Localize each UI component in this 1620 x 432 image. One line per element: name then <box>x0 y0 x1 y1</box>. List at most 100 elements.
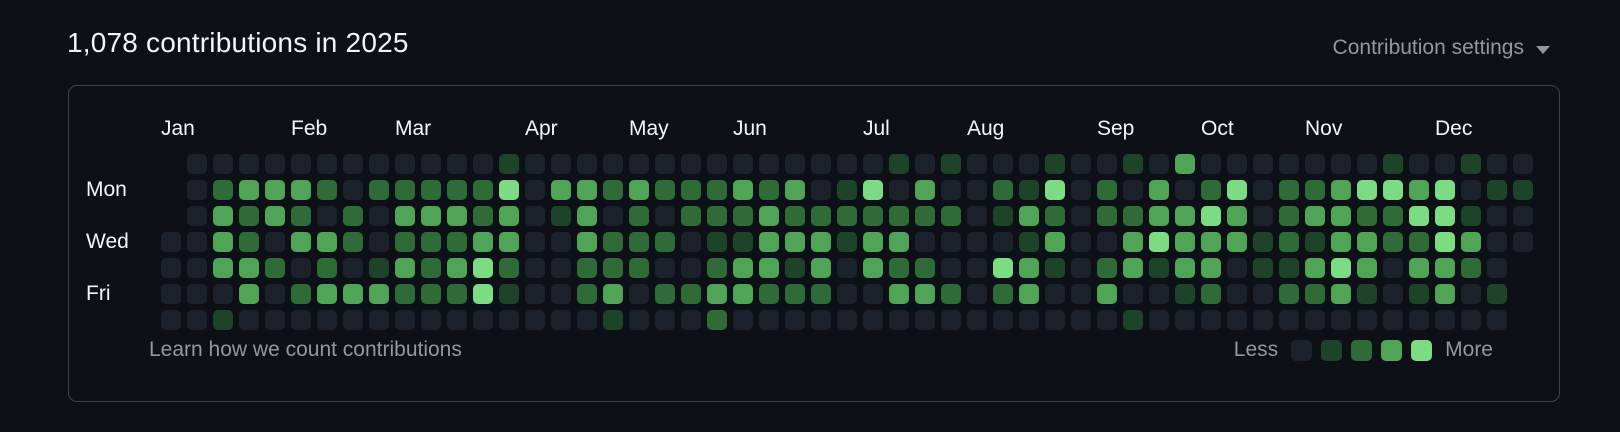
contribution-cell[interactable] <box>1331 258 1351 278</box>
contribution-cell[interactable] <box>1383 154 1403 174</box>
contribution-cell[interactable] <box>1305 180 1325 200</box>
contribution-cell[interactable] <box>941 180 961 200</box>
contribution-cell[interactable] <box>1409 232 1429 252</box>
contribution-cell[interactable] <box>863 206 883 226</box>
contribution-cell[interactable] <box>759 180 779 200</box>
contribution-cell[interactable] <box>1201 206 1221 226</box>
contribution-cell[interactable] <box>317 206 337 226</box>
contribution-cell[interactable] <box>1331 232 1351 252</box>
contribution-cell[interactable] <box>629 206 649 226</box>
contribution-cell[interactable] <box>1357 180 1377 200</box>
contribution-cell[interactable] <box>603 232 623 252</box>
contribution-cell[interactable] <box>837 206 857 226</box>
contribution-cell[interactable] <box>525 284 545 304</box>
contribution-cell[interactable] <box>343 232 363 252</box>
contribution-cell[interactable] <box>551 284 571 304</box>
contribution-cell[interactable] <box>265 154 285 174</box>
contribution-cell[interactable] <box>447 258 467 278</box>
contribution-cell[interactable] <box>395 154 415 174</box>
contribution-cell[interactable] <box>213 180 233 200</box>
contribution-cell[interactable] <box>707 310 727 330</box>
contribution-cell[interactable] <box>1019 310 1039 330</box>
contribution-cell[interactable] <box>1045 310 1065 330</box>
contribution-cell[interactable] <box>239 310 259 330</box>
contribution-cell[interactable] <box>967 206 987 226</box>
contribution-cell[interactable] <box>1227 154 1247 174</box>
contribution-cell[interactable] <box>473 180 493 200</box>
contribution-cell[interactable] <box>707 284 727 304</box>
contribution-cell[interactable] <box>525 180 545 200</box>
contribution-cell[interactable] <box>1435 310 1455 330</box>
contribution-cell[interactable] <box>1201 180 1221 200</box>
contribution-cell[interactable] <box>421 180 441 200</box>
contribution-cell[interactable] <box>551 310 571 330</box>
contribution-cell[interactable] <box>1201 284 1221 304</box>
contribution-cell[interactable] <box>499 180 519 200</box>
contribution-cell[interactable] <box>343 310 363 330</box>
contribution-cell[interactable] <box>369 180 389 200</box>
contribution-cell[interactable] <box>915 310 935 330</box>
contribution-cell[interactable] <box>421 232 441 252</box>
contribution-cell[interactable] <box>343 284 363 304</box>
contribution-cell[interactable] <box>967 310 987 330</box>
contribution-cell[interactable] <box>1019 206 1039 226</box>
contribution-cell[interactable] <box>317 310 337 330</box>
contribution-cell[interactable] <box>1409 310 1429 330</box>
contribution-cell[interactable] <box>941 232 961 252</box>
contribution-cell[interactable] <box>1149 258 1169 278</box>
learn-how-link[interactable]: Learn how we count contributions <box>149 338 462 362</box>
contribution-cell[interactable] <box>707 180 727 200</box>
contribution-cell[interactable] <box>889 310 909 330</box>
contribution-cell[interactable] <box>473 310 493 330</box>
contribution-cell[interactable] <box>291 232 311 252</box>
contribution-cell[interactable] <box>993 154 1013 174</box>
contribution-cell[interactable] <box>161 310 181 330</box>
contribution-cell[interactable] <box>759 154 779 174</box>
contribution-cell[interactable] <box>785 154 805 174</box>
contribution-cell[interactable] <box>1513 180 1533 200</box>
contribution-cell[interactable] <box>1253 232 1273 252</box>
contribution-cell[interactable] <box>577 284 597 304</box>
contribution-cell[interactable] <box>1045 180 1065 200</box>
contribution-cell[interactable] <box>785 206 805 226</box>
contribution-cell[interactable] <box>1305 232 1325 252</box>
contribution-cell[interactable] <box>525 310 545 330</box>
contribution-cell[interactable] <box>629 284 649 304</box>
contribution-cell[interactable] <box>1149 310 1169 330</box>
contribution-cell[interactable] <box>811 206 831 226</box>
contribution-cell[interactable] <box>1435 154 1455 174</box>
contribution-cell[interactable] <box>1097 232 1117 252</box>
contribution-cell[interactable] <box>551 206 571 226</box>
contribution-cell[interactable] <box>1279 310 1299 330</box>
contribution-cell[interactable] <box>265 180 285 200</box>
contribution-cell[interactable] <box>265 232 285 252</box>
contribution-cell[interactable] <box>1227 310 1247 330</box>
contribution-cell[interactable] <box>473 232 493 252</box>
contribution-cell[interactable] <box>1331 284 1351 304</box>
contribution-cell[interactable] <box>1123 310 1143 330</box>
contribution-cell[interactable] <box>421 258 441 278</box>
contribution-cell[interactable] <box>1227 258 1247 278</box>
contribution-cell[interactable] <box>1409 154 1429 174</box>
contribution-cell[interactable] <box>889 232 909 252</box>
contribution-cell[interactable] <box>1097 310 1117 330</box>
contribution-cell[interactable] <box>733 284 753 304</box>
contribution-cell[interactable] <box>603 258 623 278</box>
contribution-cell[interactable] <box>603 206 623 226</box>
contribution-cell[interactable] <box>655 310 675 330</box>
contribution-cell[interactable] <box>1409 206 1429 226</box>
contribution-cell[interactable] <box>1357 310 1377 330</box>
contribution-cell[interactable] <box>1045 258 1065 278</box>
contribution-cell[interactable] <box>707 232 727 252</box>
contribution-cell[interactable] <box>811 258 831 278</box>
contribution-cell[interactable] <box>681 258 701 278</box>
contribution-cell[interactable] <box>1253 258 1273 278</box>
contribution-cell[interactable] <box>1201 154 1221 174</box>
contribution-cell[interactable] <box>447 154 467 174</box>
contribution-cell[interactable] <box>1487 206 1507 226</box>
contribution-cell[interactable] <box>239 284 259 304</box>
contribution-cell[interactable] <box>915 180 935 200</box>
contribution-cell[interactable] <box>291 284 311 304</box>
contribution-cell[interactable] <box>629 258 649 278</box>
contribution-cell[interactable] <box>1435 258 1455 278</box>
